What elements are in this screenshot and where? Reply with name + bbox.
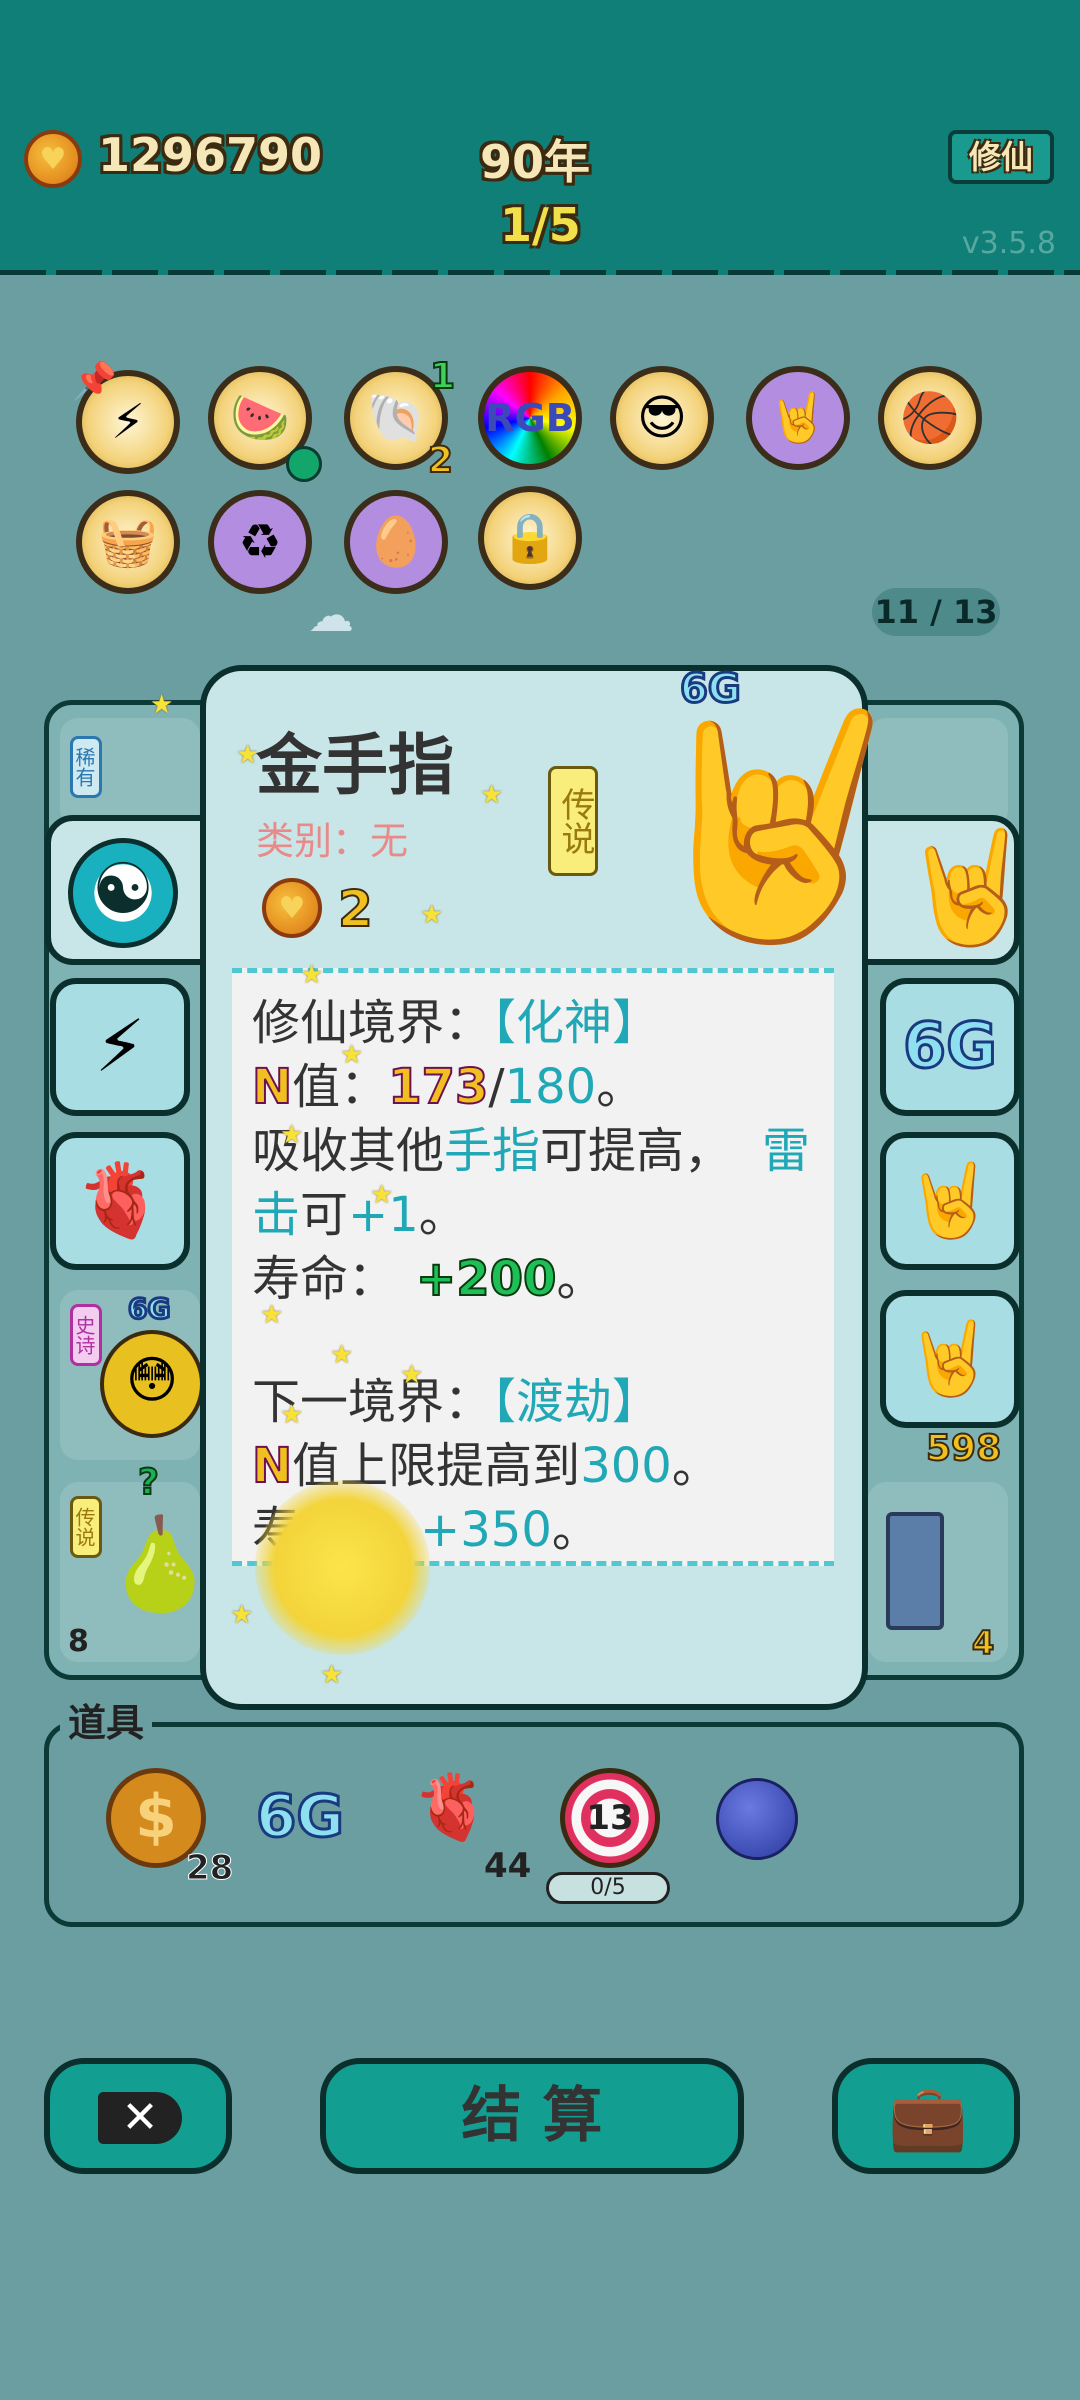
- cloud-icon: ☁: [308, 588, 354, 642]
- coin-icon: ♥: [24, 130, 82, 188]
- rarity-tag-legend: 传说: [70, 1496, 102, 1558]
- slot-count-4: 4: [971, 1623, 995, 1663]
- popup-title: 金手指: [256, 727, 454, 804]
- basket-icon[interactable]: 🧺: [76, 490, 180, 594]
- liver-item-icon[interactable]: 🫀: [412, 1776, 492, 1840]
- rock-hand-icon[interactable]: 🤘: [746, 366, 850, 470]
- yin-yang-icon: ☯: [68, 838, 178, 948]
- rarity-tag-epic: 史诗: [70, 1304, 102, 1366]
- desc-line-4: 击可+1。: [252, 1187, 467, 1243]
- egg-icon[interactable]: 🥚: [344, 490, 448, 594]
- small-finger-icon: 🤘: [900, 823, 1037, 951]
- liver-button[interactable]: 🫀: [50, 1132, 190, 1270]
- backspace-icon: ✕: [98, 2092, 182, 2144]
- coin-count: 1296790: [98, 128, 323, 182]
- briefcase-icon: 💼: [888, 2081, 968, 2155]
- collection-count: 11 / 13: [872, 588, 1000, 636]
- liver-item-count: 44: [484, 1846, 532, 1886]
- slot-count-598: 598: [925, 1427, 1002, 1470]
- desc-line-6: 下一境界：【渡劫】: [252, 1374, 661, 1430]
- target-progress: 0/5: [546, 1872, 670, 1904]
- recycle-icon[interactable]: ♻: [208, 490, 312, 594]
- question-mark: ?: [137, 1461, 160, 1504]
- popup-category: 类别：无: [256, 819, 409, 863]
- desc-line-3: 吸收其他手指可提高，雷: [252, 1123, 811, 1179]
- golden-finger-icon: 🤘: [609, 663, 938, 976]
- rarity-tag-rare: 稀有: [70, 736, 102, 798]
- desc-line-8: 寿 +350。: [252, 1502, 600, 1558]
- sixg-item[interactable]: 6G: [255, 1781, 346, 1852]
- settle-button[interactable]: 结 算: [320, 2058, 744, 2174]
- desc-line-7: N值上限提高到300。: [251, 1438, 720, 1494]
- briefcase-button[interactable]: 💼: [832, 2058, 1020, 2174]
- white-finger-button[interactable]: 🤘: [880, 1132, 1020, 1270]
- cost-coin-icon: ♥: [262, 878, 322, 938]
- shell-badge-bottom: 2: [427, 439, 454, 482]
- face-icon: 😳: [100, 1330, 204, 1438]
- graphics-card-icon: [886, 1512, 944, 1630]
- lightning-button[interactable]: ⚡: [50, 978, 190, 1116]
- sunglasses-icon[interactable]: 😎: [610, 366, 714, 470]
- slot-count-8: 8: [68, 1624, 89, 1659]
- blueberry-item-icon[interactable]: [716, 1778, 798, 1860]
- description-box: 修仙境界：【化神】 N值：173/180。 吸收其他手指可提高，雷 击可+1。 …: [232, 968, 834, 1566]
- round-counter: 1/5: [500, 198, 581, 252]
- shell-badge-top: 1: [429, 355, 456, 398]
- cost-value: 2: [337, 879, 374, 939]
- pin-icon: 📌: [72, 361, 117, 402]
- brown-finger-button[interactable]: 🤘: [880, 1290, 1020, 1428]
- target-item-icon[interactable]: 13: [560, 1768, 660, 1868]
- safe-icon[interactable]: 🔒: [478, 486, 582, 590]
- version-label: v3.5.8: [961, 226, 1056, 261]
- rgb-icon[interactable]: RGB: [478, 366, 582, 470]
- desc-line-1: 修仙境界：【化神】: [252, 995, 661, 1051]
- delete-button[interactable]: ✕: [44, 2058, 232, 2174]
- desc-line-2: N值：173/180。: [251, 1059, 645, 1115]
- xiuxian-button[interactable]: 修仙: [948, 130, 1054, 184]
- year-label: 90年: [480, 135, 591, 189]
- rarity-tag: 传说: [548, 766, 598, 876]
- left-6g-label: 6G: [126, 1291, 172, 1327]
- sixg-button[interactable]: 6G: [880, 978, 1020, 1116]
- coin-item-count: 28: [185, 1848, 234, 1889]
- items-title: 道具: [60, 1692, 153, 1747]
- desc-line-5: 寿命： +200。: [252, 1251, 605, 1307]
- green-dot-icon: [286, 446, 322, 482]
- basketballs-icon[interactable]: 🏀: [878, 366, 982, 470]
